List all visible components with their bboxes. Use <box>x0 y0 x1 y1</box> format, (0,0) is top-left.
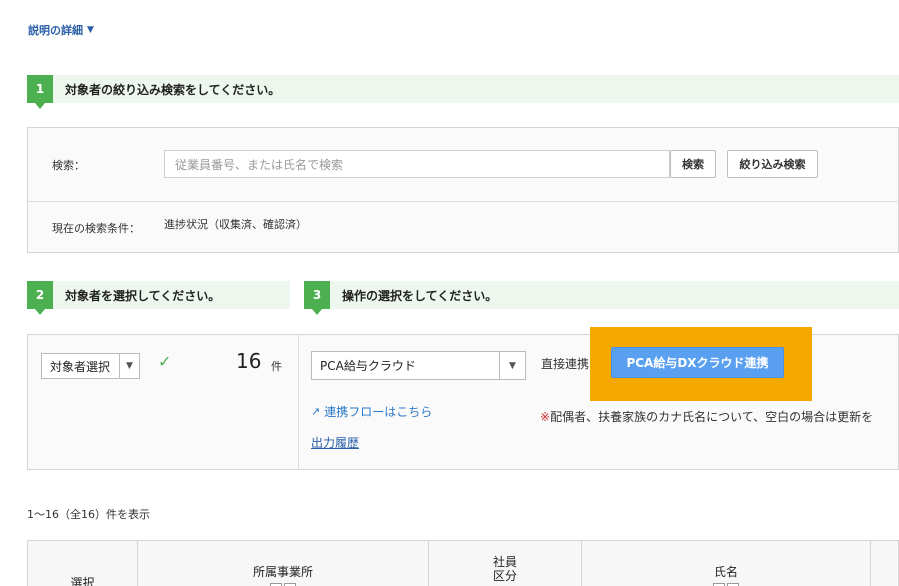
target-select[interactable]: 対象者選択 ▼ <box>41 353 140 379</box>
integration-flow-link[interactable]: ↗ 連携フローはこちら <box>311 403 432 420</box>
step1-number: 1 <box>27 75 53 109</box>
integration-target-label: PCA給与クラウド <box>320 359 416 373</box>
target-select-label: 対象者選択 <box>50 359 111 374</box>
description-toggle[interactable]: 説明の詳細 ▼ <box>28 22 94 38</box>
results-summary: 1～16（全16）件を表示 <box>27 508 150 521</box>
header-office-label: 所属事業所 <box>252 565 313 579</box>
step3-header: 3 操作の選択をしてください。 <box>304 281 899 315</box>
header-name-label: 氏名 <box>713 565 738 579</box>
note-mark: ※ <box>540 410 551 424</box>
search-condition-label: 現在の検索条件： <box>52 222 140 235</box>
search-input[interactable]: 従業員番号、または氏名で検索 <box>164 150 670 178</box>
search-button[interactable]: 検索 <box>670 150 716 178</box>
header-employee-type: 社員 区分 <box>429 541 582 586</box>
header-select: 選択 <box>28 541 138 586</box>
header-select-label: 選択 <box>70 576 95 586</box>
chevron-down-icon: ▼ <box>499 352 525 379</box>
integration-flow-link-text: 連携フローはこちら <box>324 405 433 419</box>
output-history-link[interactable]: 出力履歴 <box>311 434 359 451</box>
step3-title: 操作の選択をしてください。 <box>342 288 498 303</box>
step2-number: 2 <box>27 281 53 315</box>
header-name: 氏名 <box>582 541 871 586</box>
employee-table-header: 選択 所属事業所 社員 区分 氏名 <box>27 540 899 586</box>
description-toggle-label: 説明の詳細 <box>28 24 83 37</box>
operation-panel-divider <box>298 335 299 469</box>
direct-integration-label: 直接連携 <box>541 357 590 371</box>
step2-title: 対象者を選択してください。 <box>65 288 221 303</box>
check-icon: ✓ <box>158 352 172 371</box>
step1-title: 対象者の絞り込み検索をしてください。 <box>65 82 281 97</box>
selected-count: 16 <box>236 349 262 373</box>
chevron-down-icon: ▼ <box>87 25 94 35</box>
search-condition-value: 進捗状況（収集済、確認済） <box>164 218 307 231</box>
header-employee-type-line2: 区分 <box>492 569 517 583</box>
header-employee-type-line1: 社員 <box>492 555 517 569</box>
search-panel-divider <box>28 201 898 202</box>
header-office: 所属事業所 <box>138 541 429 586</box>
step2-header: 2 対象者を選択してください。 <box>27 281 290 315</box>
step3-number: 3 <box>304 281 330 315</box>
search-label: 検索： <box>52 159 85 172</box>
search-panel <box>27 127 899 253</box>
selected-count-unit: 件 <box>271 360 282 373</box>
integration-target-select[interactable]: PCA給与クラウド ▼ <box>311 351 526 380</box>
kana-name-note: ※配偶者、扶養家族のカナ氏名について、空白の場合は更新を <box>540 408 873 425</box>
pca-dx-cloud-integration-button[interactable]: PCA給与DXクラウド連携 <box>611 347 784 378</box>
note-text: 配偶者、扶養家族のカナ氏名について、空白の場合は更新を <box>550 410 874 424</box>
step1-header: 1 対象者の絞り込み検索をしてください。 <box>27 75 899 109</box>
filter-search-button[interactable]: 絞り込み検索 <box>727 150 818 178</box>
external-link-icon: ↗ <box>311 405 321 418</box>
chevron-down-icon: ▼ <box>119 354 139 378</box>
